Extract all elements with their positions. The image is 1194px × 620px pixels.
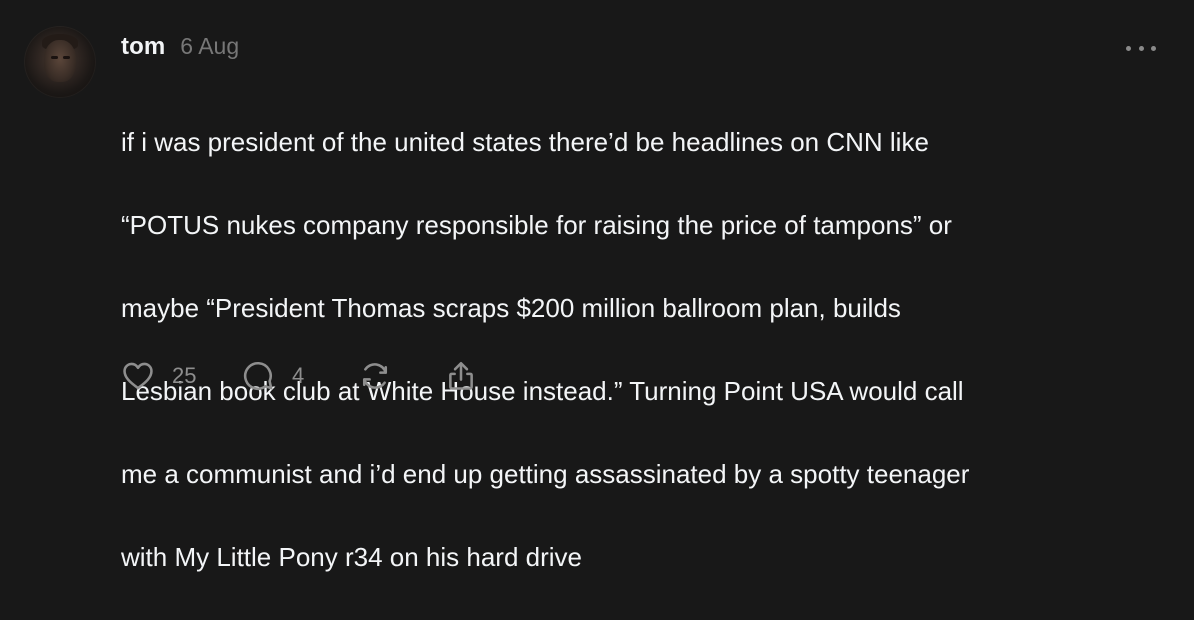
heart-icon	[123, 362, 153, 390]
thread-post: tom 6 Aug if i was president of the unit…	[0, 0, 1194, 572]
post-text-line: with My Little Pony r34 on his hard driv…	[121, 541, 582, 572]
reply-count: 4	[292, 363, 305, 388]
post-text-line: maybe “President Thomas scraps $200 mill…	[121, 292, 901, 323]
post-header: tom 6 Aug	[121, 33, 239, 65]
avatar-eye-right	[63, 56, 70, 59]
action-bar: 25 4	[120, 358, 478, 394]
like-button[interactable]: 25	[120, 358, 240, 394]
more-dot	[1151, 45, 1156, 51]
post-text: if i was president of the united states …	[121, 80, 1141, 620]
avatar-face	[44, 40, 76, 82]
post-timestamp[interactable]: 6 Aug	[180, 33, 239, 60]
share-icon	[449, 361, 473, 390]
more-options-icon[interactable]	[1126, 38, 1156, 58]
share-button[interactable]	[444, 358, 478, 394]
comment-icon	[243, 361, 273, 390]
more-dot	[1126, 45, 1131, 51]
avatar-eye-left	[51, 56, 58, 59]
username-link[interactable]: tom	[121, 33, 165, 61]
more-dot	[1138, 45, 1144, 51]
post-text-line: if i was president of the united states …	[121, 126, 929, 157]
reply-button[interactable]: 4	[240, 358, 358, 394]
repost-icon	[362, 363, 388, 389]
like-count: 25	[172, 363, 197, 388]
avatar[interactable]	[24, 26, 96, 98]
repost-button[interactable]	[358, 358, 444, 394]
post-text-line: me a communist and i’d end up getting as…	[121, 458, 970, 489]
post-text-line: “POTUS nukes company responsible for rai…	[121, 209, 952, 240]
